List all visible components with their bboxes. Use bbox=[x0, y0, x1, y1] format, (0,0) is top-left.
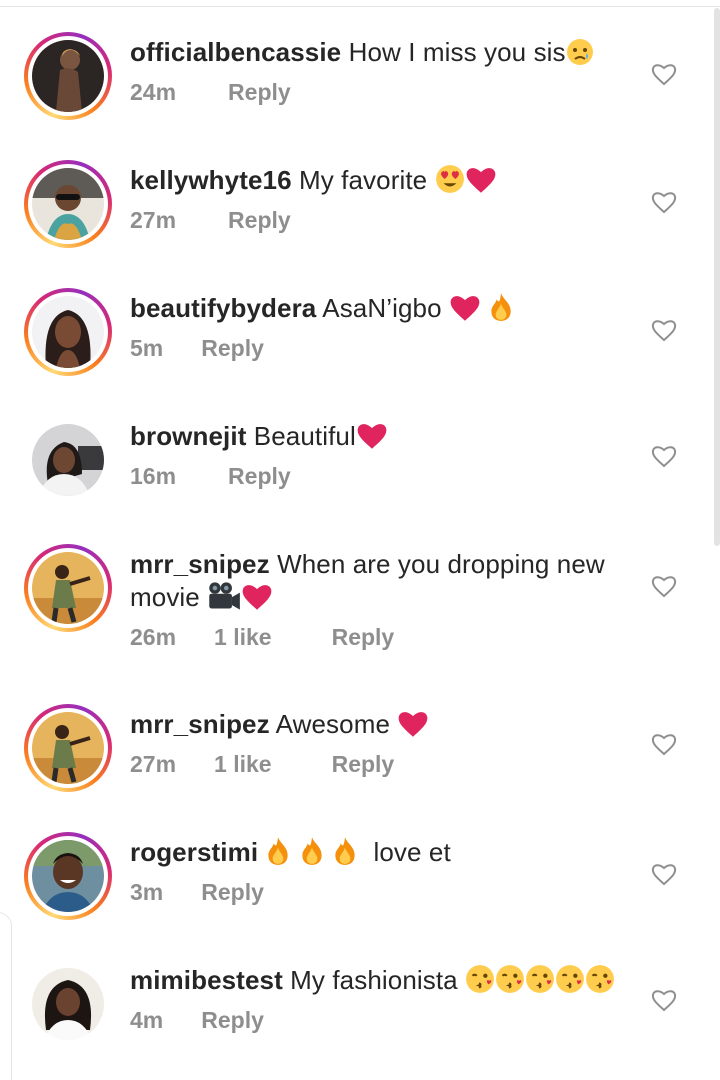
heart-outline-icon[interactable] bbox=[650, 316, 678, 344]
heart-outline-icon[interactable] bbox=[650, 188, 678, 216]
story-ring bbox=[24, 832, 112, 920]
comment-text: love et bbox=[373, 837, 451, 867]
red-heart-icon bbox=[242, 585, 272, 610]
avatar[interactable] bbox=[24, 416, 112, 504]
comment-body: mrr_snipez Awesome 27m 1 like Reply bbox=[130, 708, 640, 778]
comment-username[interactable]: brownejit bbox=[130, 421, 246, 451]
fire-icon bbox=[335, 837, 355, 865]
like-count[interactable]: 1 like bbox=[214, 624, 272, 650]
avatar[interactable] bbox=[24, 544, 112, 632]
heart-outline-icon[interactable] bbox=[650, 730, 678, 758]
red-heart-icon bbox=[466, 168, 495, 193]
avatar-image bbox=[32, 168, 104, 240]
avatar-image bbox=[32, 968, 104, 1040]
comment-body: mrr_snipez When are you dropping new mov… bbox=[130, 548, 640, 651]
reply-button[interactable]: Reply bbox=[201, 879, 264, 905]
scrollbar[interactable] bbox=[714, 8, 720, 546]
sad-tear-face-icon bbox=[566, 39, 593, 65]
movie-camera-icon bbox=[209, 582, 241, 610]
comment-time: 27m bbox=[130, 207, 177, 233]
comment-body: rogerstimi love et 3m Reply bbox=[130, 836, 640, 906]
reply-button[interactable]: Reply bbox=[201, 335, 264, 361]
heart-outline-icon[interactable] bbox=[650, 986, 678, 1014]
heart-eyes-face-icon bbox=[435, 165, 464, 193]
heart-outline-icon[interactable] bbox=[650, 60, 678, 88]
comment-username[interactable]: officialbencassie bbox=[130, 37, 341, 67]
avatar[interactable] bbox=[24, 32, 112, 120]
comment-username[interactable]: rogerstimi bbox=[130, 837, 258, 867]
kiss-face-icon bbox=[466, 965, 495, 993]
avatar-image bbox=[32, 296, 104, 368]
comment-text: How I miss you sis bbox=[348, 37, 566, 67]
comment-username[interactable]: kellywhyte16 bbox=[130, 165, 292, 195]
comment-username[interactable]: mrr_snipez bbox=[130, 709, 270, 739]
avatar[interactable] bbox=[24, 160, 112, 248]
avatar[interactable] bbox=[24, 288, 112, 376]
comments-screen: officialbencassie How I miss you sis 24m… bbox=[0, 0, 720, 1080]
comment-body: beautifybydera AsaN’igbo 5m Reply bbox=[130, 292, 640, 362]
red-heart-icon bbox=[357, 424, 387, 449]
comment-body: officialbencassie How I miss you sis 24m… bbox=[130, 36, 640, 106]
comment-body: brownejit Beautiful 16m Reply bbox=[130, 420, 640, 490]
comment-time: 16m bbox=[130, 463, 177, 489]
heart-outline-icon[interactable] bbox=[650, 442, 678, 470]
avatar-image bbox=[32, 840, 104, 912]
avatar[interactable] bbox=[24, 704, 112, 792]
comment-username[interactable]: beautifybydera bbox=[130, 293, 316, 323]
kiss-face-icon bbox=[556, 965, 585, 993]
comment-time: 3m bbox=[130, 879, 164, 905]
reply-button[interactable]: Reply bbox=[332, 624, 395, 650]
edge-handle[interactable] bbox=[0, 912, 12, 1080]
story-ring bbox=[24, 160, 112, 248]
story-ring bbox=[24, 288, 112, 376]
fire-icon bbox=[268, 837, 289, 865]
heart-outline-icon[interactable] bbox=[650, 860, 678, 888]
like-count[interactable]: 1 like bbox=[214, 751, 272, 777]
comment-time: 4m bbox=[130, 1007, 164, 1033]
avatar[interactable] bbox=[24, 960, 112, 1048]
comment-body: mimibestest My fashionista 4m Reply bbox=[130, 964, 640, 1034]
red-heart-icon bbox=[450, 296, 480, 321]
comment-username[interactable]: mimibestest bbox=[130, 965, 283, 995]
avatar-image bbox=[32, 552, 104, 624]
comment-time: 26m bbox=[130, 624, 177, 650]
heart-outline-icon[interactable] bbox=[650, 572, 678, 600]
kiss-face-icon bbox=[496, 965, 525, 993]
fire-icon bbox=[302, 837, 322, 865]
reply-button[interactable]: Reply bbox=[228, 79, 291, 105]
reply-button[interactable]: Reply bbox=[228, 207, 291, 233]
story-ring bbox=[24, 704, 112, 792]
comment-text: Beautiful bbox=[253, 421, 356, 451]
fire-icon bbox=[491, 293, 511, 321]
reply-button[interactable]: Reply bbox=[228, 463, 291, 489]
kiss-face-icon bbox=[526, 965, 555, 993]
reply-button[interactable]: Reply bbox=[332, 751, 395, 777]
reply-button[interactable]: Reply bbox=[201, 1007, 264, 1033]
comment-time: 27m bbox=[130, 751, 177, 777]
comment-text: My fashionista bbox=[290, 965, 458, 995]
red-heart-icon bbox=[399, 712, 428, 737]
story-ring bbox=[24, 544, 112, 632]
avatar-image bbox=[32, 712, 104, 784]
comment-text: My favorite bbox=[298, 165, 428, 195]
comment-body: kellywhyte16 My favorite 27m Reply bbox=[130, 164, 640, 234]
avatar[interactable] bbox=[24, 832, 112, 920]
comment-time: 24m bbox=[130, 79, 177, 105]
story-ring bbox=[24, 32, 112, 120]
comment-text: AsaN’igbo bbox=[322, 293, 442, 323]
avatar-image bbox=[32, 424, 104, 496]
kiss-face-icon bbox=[586, 965, 615, 993]
comment-username[interactable]: mrr_snipez bbox=[130, 549, 270, 579]
top-divider bbox=[0, 6, 720, 7]
comment-time: 5m bbox=[130, 335, 164, 361]
comment-text: Awesome bbox=[275, 709, 391, 739]
avatar-image bbox=[32, 40, 104, 112]
